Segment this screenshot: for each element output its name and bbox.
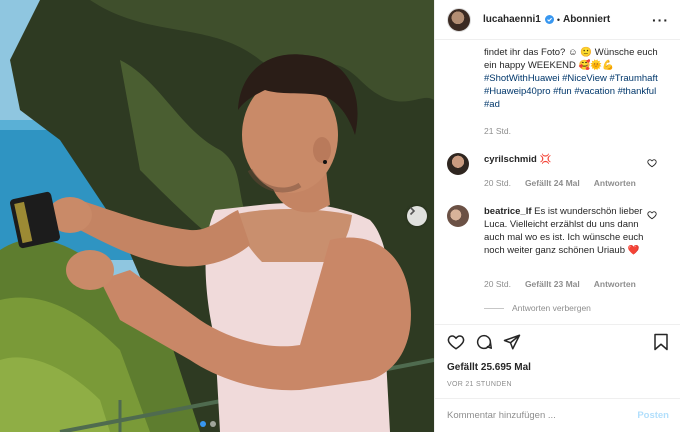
carousel-indicator [200, 421, 216, 427]
caption-time: 21 Std. [484, 126, 511, 136]
carousel-dot-1 [200, 421, 206, 427]
bookmark-icon[interactable] [653, 333, 669, 351]
post-side-panel: lucahaenni1 • Abonniert ··· findet ihr d… [434, 0, 680, 432]
share-icon[interactable] [503, 333, 521, 351]
comment-input[interactable] [447, 410, 638, 421]
post-caption: findet ihr das Foto? ☺ 🙂 Wünsche euch ei… [484, 46, 670, 111]
avatar[interactable] [447, 153, 469, 175]
divider [484, 307, 504, 309]
post-header: lucahaenni1 • Abonniert ··· [435, 0, 680, 40]
comment-text: 💢 [539, 154, 552, 165]
photo-illustration [0, 0, 434, 432]
comment-username[interactable]: beatrice_lf [484, 206, 532, 217]
comment-time: 20 Std. [484, 279, 511, 289]
carousel-dot-2 [210, 421, 216, 427]
heart-icon[interactable] [647, 210, 657, 220]
reply-button[interactable]: Antworten [594, 279, 636, 289]
action-icons [447, 333, 521, 351]
comment-likes[interactable]: Gefällt 23 Mal [525, 279, 580, 289]
more-icon[interactable]: ··· [652, 12, 669, 28]
reply-button[interactable]: Antworten [594, 178, 636, 188]
verified-icon [544, 15, 554, 24]
posted-time: VOR 21 STUNDEN [447, 381, 512, 388]
caption-hashtags[interactable]: #ShotWithHuawei #NiceView #Traumhaft #Hu… [484, 73, 658, 110]
comment-likes[interactable]: Gefällt 24 Mal [525, 178, 580, 188]
username-link[interactable]: lucahaenni1 [483, 14, 541, 25]
comment-body: beatrice_lf Es ist wunderschön lieber Lu… [484, 205, 644, 257]
comment-time: 20 Std. [484, 178, 511, 188]
add-comment-bar: Posten [435, 398, 680, 432]
heart-icon[interactable] [447, 333, 465, 351]
post-photo[interactable] [0, 0, 434, 432]
caption-text: findet ihr das Foto? ☺ 🙂 Wünsche euch ei… [484, 47, 658, 71]
comments-list[interactable]: findet ihr das Foto? ☺ 🙂 Wünsche euch ei… [435, 40, 680, 324]
header-separator: • [556, 14, 560, 25]
follow-status-button[interactable]: Abonniert [563, 14, 610, 25]
post-button[interactable]: Posten [637, 410, 669, 421]
heart-icon[interactable] [647, 158, 657, 168]
hide-replies-label: Antworten verbergen [512, 303, 591, 313]
comment-username[interactable]: cyrilschmid [484, 154, 537, 165]
post-actions: Gefällt 25.695 Mal VOR 21 STUNDEN [435, 324, 680, 394]
avatar[interactable] [447, 7, 471, 32]
comment-meta: 20 Std. Gefällt 24 Mal Antworten [484, 178, 636, 188]
comment-icon[interactable] [475, 333, 493, 351]
likes-count[interactable]: Gefällt 25.695 Mal [447, 362, 531, 373]
avatar[interactable] [447, 205, 469, 227]
carousel-next-button[interactable] [407, 206, 427, 226]
chevron-right-icon [409, 206, 416, 216]
comment-body: cyrilschmid 💢 [484, 153, 644, 166]
hide-replies-button[interactable]: Antworten verbergen [484, 303, 591, 313]
comment-meta: 20 Std. Gefällt 23 Mal Antworten [484, 279, 636, 289]
